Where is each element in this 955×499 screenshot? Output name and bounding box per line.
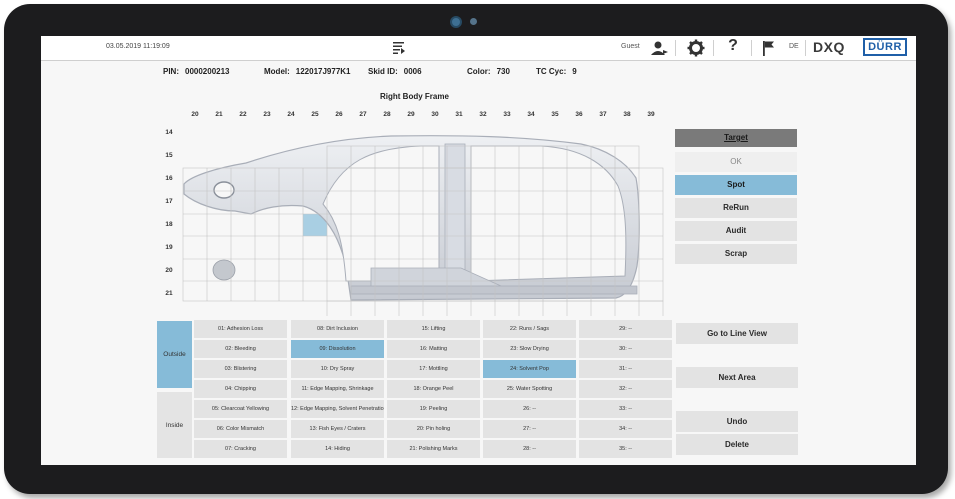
defect-button[interactable]: 29: -- — [579, 320, 672, 338]
defect-button[interactable]: 03: Blistering — [194, 360, 287, 378]
target-header: Target — [675, 129, 797, 147]
language-selector[interactable]: DE — [789, 43, 799, 50]
defect-button[interactable]: 06: Color Mismatch — [194, 420, 287, 438]
defect-button[interactable]: 04: Chipping — [194, 380, 287, 398]
divider — [751, 40, 752, 56]
defect-button[interactable]: 25: Water Spotting — [483, 380, 576, 398]
defect-button[interactable]: 35: -- — [579, 440, 672, 458]
defect-button[interactable]: 15: Lifting — [387, 320, 480, 338]
defect-button[interactable]: 34: -- — [579, 420, 672, 438]
defect-button[interactable]: 28: -- — [483, 440, 576, 458]
defect-button[interactable]: 16: Matting — [387, 340, 480, 358]
defect-button[interactable]: 32: -- — [579, 380, 672, 398]
dxq-logo: DXQ — [813, 39, 845, 55]
defect-button[interactable]: 01: Adhesion Loss — [194, 320, 287, 338]
defect-button[interactable]: 08: Dirt Inclusion — [291, 320, 384, 338]
rerun-button[interactable]: ReRun — [675, 198, 797, 218]
defect-button[interactable]: 11: Edge Mapping, Shrinkage — [291, 380, 384, 398]
gear-icon[interactable] — [687, 39, 705, 57]
ok-button[interactable]: OK — [675, 152, 797, 172]
defect-button[interactable]: 19: Peeling — [387, 400, 480, 418]
next-area-button[interactable]: Next Area — [676, 367, 798, 388]
car-body-frame-image — [183, 135, 640, 301]
tab-inside[interactable]: Inside — [157, 392, 192, 458]
tab-outside[interactable]: Outside — [157, 321, 192, 388]
defect-button[interactable]: 33: -- — [579, 400, 672, 418]
defect-button[interactable]: 31: -- — [579, 360, 672, 378]
body-frame-grid[interactable] — [41, 36, 681, 316]
app-screen: 03.05.2019 11:19:09 Guest ? DE DXQ DÜRR … — [41, 36, 916, 465]
durr-logo: DÜRR — [863, 38, 907, 56]
defect-button[interactable]: 05: Clearcoat Yellowing — [194, 400, 287, 418]
camera-icon — [450, 16, 462, 28]
go-to-line-view-button[interactable]: Go to Line View — [676, 323, 798, 344]
defect-button[interactable]: 09: Dissolution — [291, 340, 384, 358]
audit-button[interactable]: Audit — [675, 221, 797, 241]
spot-button[interactable]: Spot — [675, 175, 797, 195]
defect-button[interactable]: 22: Runs / Sags — [483, 320, 576, 338]
defect-button[interactable]: 18: Orange Peel — [387, 380, 480, 398]
tablet-bezel: 03.05.2019 11:19:09 Guest ? DE DXQ DÜRR … — [4, 4, 948, 494]
scrap-button[interactable]: Scrap — [675, 244, 797, 264]
defect-button[interactable]: 10: Dry Spray — [291, 360, 384, 378]
defect-button[interactable]: 12: Edge Mapping, Solvent Penetration — [291, 400, 384, 418]
defect-button[interactable]: 30: -- — [579, 340, 672, 358]
defect-button[interactable]: 17: Mottling — [387, 360, 480, 378]
defect-button[interactable]: 02: Bleeding — [194, 340, 287, 358]
defect-button[interactable]: 23: Slow Drying — [483, 340, 576, 358]
help-icon[interactable]: ? — [725, 37, 741, 55]
divider — [805, 40, 806, 56]
divider — [713, 40, 714, 56]
flag-icon[interactable] — [762, 40, 776, 56]
defect-button[interactable]: 21: Polishing Marks — [387, 440, 480, 458]
defect-button[interactable]: 13: Fish Eyes / Craters — [291, 420, 384, 438]
defect-button[interactable]: 24: Solvent Pop — [483, 360, 576, 378]
defect-button[interactable]: 14: Hiding — [291, 440, 384, 458]
defect-button[interactable]: 20: Pin holing — [387, 420, 480, 438]
grid-lines — [182, 145, 664, 316]
defect-button[interactable]: 26: -- — [483, 400, 576, 418]
defect-button[interactable]: 07: Cracking — [194, 440, 287, 458]
undo-button[interactable]: Undo — [676, 411, 798, 432]
defect-button[interactable]: 27: -- — [483, 420, 576, 438]
sensor-icon — [470, 18, 477, 25]
delete-button[interactable]: Delete — [676, 434, 798, 455]
